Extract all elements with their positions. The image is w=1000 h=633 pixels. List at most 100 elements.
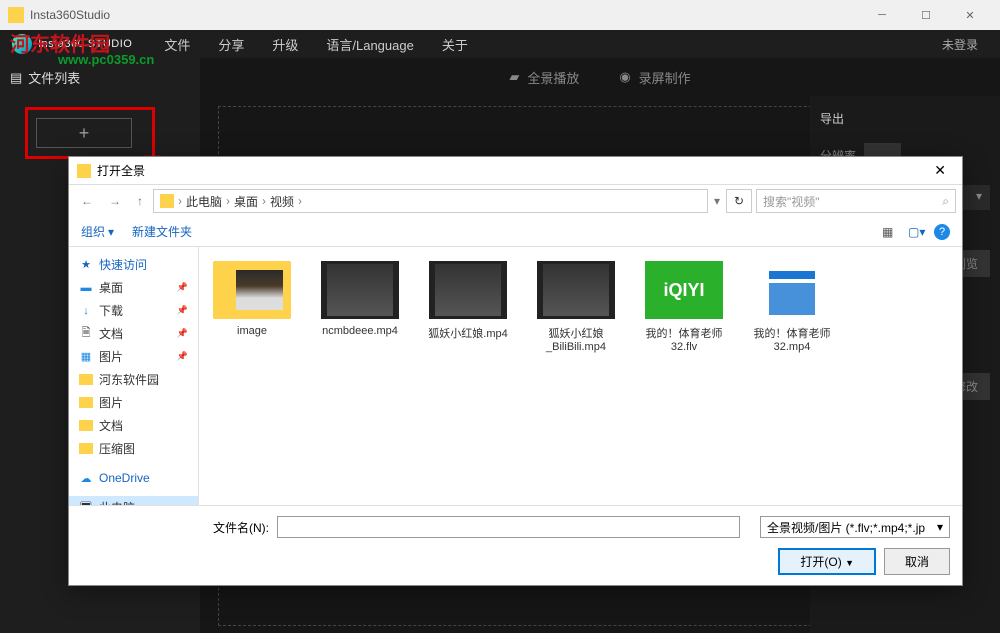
chevron-right-icon: ›	[297, 194, 303, 208]
chevron-right-icon: ›	[225, 194, 231, 208]
folder-thumb	[213, 261, 291, 319]
folder-icon	[79, 420, 93, 431]
view-large-button[interactable]: ▢▾	[908, 225, 924, 239]
picture-icon: ▦	[79, 350, 93, 364]
breadcrumb-p1[interactable]: 桌面	[234, 193, 258, 210]
folder-icon	[160, 194, 174, 208]
dialog-footer: 文件名(N): 全景视频/图片 (*.flv;*.mp4;*.jp ▾ 打开(O…	[69, 505, 962, 585]
filename-label: 文件名(N):	[81, 519, 269, 536]
add-file-button[interactable]: +	[36, 118, 132, 148]
nav-back-button[interactable]: ←	[75, 191, 99, 211]
menu-share[interactable]: 分享	[204, 30, 258, 58]
mp4-thumb	[753, 261, 831, 319]
pin-icon: 📌	[177, 351, 188, 362]
sidebar-onedrive[interactable]: ☁OneDrive	[69, 468, 198, 488]
sidebar-item-desktop[interactable]: ▬桌面📌	[69, 276, 198, 299]
nav-up-button[interactable]: ↑	[131, 191, 149, 211]
tab-pano-play[interactable]: ▰ 全景播放	[509, 68, 579, 87]
organize-button[interactable]: 组织▾	[81, 223, 114, 240]
file-name: image	[209, 325, 295, 337]
dialog-nav: ← → ↑ › 此电脑 › 桌面 › 视频 › ▾ ↻ 搜索"视频" ⌕	[69, 185, 962, 217]
file-item[interactable]: 我的！体育老师32.mp4	[749, 261, 835, 353]
search-icon: ⌕	[942, 194, 949, 209]
file-item[interactable]: ncmbdeee.mp4	[317, 261, 403, 337]
file-item[interactable]: 狐妖小红娘.mp4	[425, 261, 511, 341]
menu-language[interactable]: 语言/Language	[312, 30, 427, 58]
breadcrumb[interactable]: › 此电脑 › 桌面 › 视频 ›	[153, 189, 708, 213]
star-icon: ★	[79, 258, 93, 272]
sidebar-title: ▤ 文件列表	[10, 68, 190, 87]
folder-icon	[79, 443, 93, 454]
nav-forward-button[interactable]: →	[103, 191, 127, 211]
help-icon[interactable]: ?	[934, 224, 950, 240]
breadcrumb-p2[interactable]: 视频	[270, 193, 294, 210]
dialog-close-button[interactable]: ✕	[926, 162, 954, 179]
menu-bar: Insta360 STUDIO 文件 分享 升级 语言/Language 关于 …	[0, 30, 1000, 58]
pin-icon: 📌	[177, 282, 188, 293]
list-icon: ▤	[10, 70, 22, 86]
file-name: 狐妖小红娘_BiliBili.mp4	[533, 325, 619, 353]
breadcrumb-root[interactable]: 此电脑	[186, 193, 222, 210]
filename-input[interactable]	[277, 516, 740, 538]
record-icon: ◉	[619, 69, 630, 85]
sidebar-item-compressed[interactable]: 压缩图	[69, 437, 198, 460]
add-highlight-box: + ➤	[25, 107, 155, 159]
top-tabs: ▰ 全景播放 ◉ 录屏制作	[200, 58, 1000, 96]
filetype-select[interactable]: 全景视频/图片 (*.flv;*.mp4;*.jp ▾	[760, 516, 950, 538]
login-status[interactable]: 未登录	[942, 36, 988, 53]
export-title: 导出	[820, 110, 990, 127]
sidebar-item-documents[interactable]: 🗎文档📌	[69, 322, 198, 345]
file-item[interactable]: image	[209, 261, 295, 337]
file-item[interactable]: iQIYI 我的！体育老师32.flv	[641, 261, 727, 353]
dialog-toolbar: 组织▾ 新建文件夹 ▦ ▢▾ ?	[69, 217, 962, 247]
folder-icon	[79, 374, 93, 385]
tab-record[interactable]: ◉ 录屏制作	[619, 68, 690, 87]
path-dropdown-button[interactable]: ▾	[712, 194, 722, 208]
sidebar-quick-access[interactable]: ★快速访问	[69, 253, 198, 276]
search-placeholder: 搜索"视频"	[763, 193, 820, 210]
sidebar-thispc[interactable]: 🖥此电脑	[69, 496, 198, 505]
sidebar-item-documents2[interactable]: 文档	[69, 414, 198, 437]
file-name: 我的！体育老师32.flv	[641, 325, 727, 353]
dialog-body: ★快速访问 ▬桌面📌 ↓下载📌 🗎文档📌 ▦图片📌 河东软件园 图片 文档 压缩…	[69, 247, 962, 505]
menu-file[interactable]: 文件	[150, 30, 204, 58]
new-folder-button[interactable]: 新建文件夹	[132, 223, 192, 240]
folder-icon	[79, 397, 93, 408]
sidebar-item-pictures2[interactable]: 图片	[69, 391, 198, 414]
file-open-dialog: 打开全景 ✕ ← → ↑ › 此电脑 › 桌面 › 视频 › ▾ ↻ 搜索"视频…	[68, 156, 963, 586]
chevron-right-icon: ›	[177, 194, 183, 208]
minimize-button[interactable]: ─	[860, 0, 904, 30]
search-input[interactable]: 搜索"视频" ⌕	[756, 189, 956, 213]
logo-icon	[12, 34, 32, 54]
sidebar-item-pictures[interactable]: ▦图片📌	[69, 345, 198, 368]
cloud-icon: ☁	[79, 471, 93, 485]
file-grid[interactable]: image ncmbdeee.mp4 狐妖小红娘.mp4 狐妖小红娘_BiliB…	[199, 247, 962, 505]
menu-about[interactable]: 关于	[428, 30, 482, 58]
video-thumb	[321, 261, 399, 319]
maximize-button[interactable]: ☐	[904, 0, 948, 30]
cancel-button[interactable]: 取消	[884, 548, 950, 575]
sidebar-item-downloads[interactable]: ↓下载📌	[69, 299, 198, 322]
close-button[interactable]: ✕	[948, 0, 992, 30]
pin-icon: 📌	[177, 328, 188, 339]
video-thumb	[537, 261, 615, 319]
pin-icon: 📌	[177, 305, 188, 316]
logo-text: Insta360 STUDIO	[38, 38, 132, 50]
open-button[interactable]: 打开(O) ▼	[778, 548, 876, 575]
sidebar-item-hdrjy[interactable]: 河东软件园	[69, 368, 198, 391]
app-icon	[8, 7, 24, 23]
file-item[interactable]: 狐妖小红娘_BiliBili.mp4	[533, 261, 619, 353]
video-icon: ▰	[509, 69, 519, 85]
folder-icon	[77, 164, 91, 178]
menu-upgrade[interactable]: 升级	[258, 30, 312, 58]
refresh-button[interactable]: ↻	[726, 189, 752, 213]
view-small-button[interactable]: ▦	[882, 225, 898, 239]
dialog-title: 打开全景	[97, 162, 145, 179]
window-title: Insta360Studio	[30, 8, 110, 22]
desktop-icon: ▬	[79, 281, 93, 295]
chevron-down-icon: ▾	[937, 520, 943, 534]
logo: Insta360 STUDIO	[12, 34, 132, 54]
file-name: 狐妖小红娘.mp4	[425, 325, 511, 341]
dialog-titlebar: 打开全景 ✕	[69, 157, 962, 185]
video-thumb	[429, 261, 507, 319]
